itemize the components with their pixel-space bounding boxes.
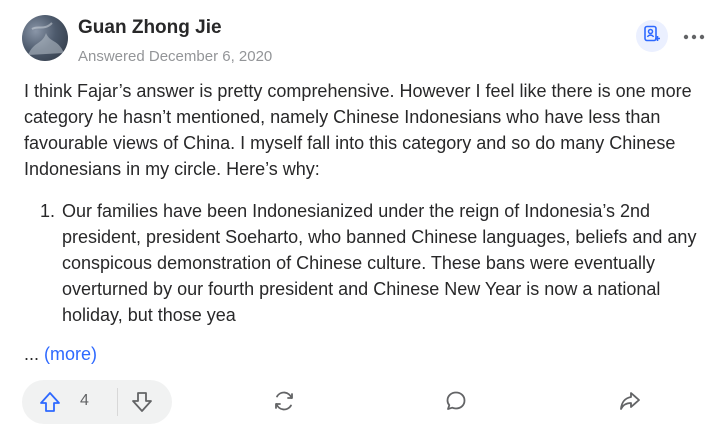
answered-date[interactable]: Answered December 6, 2020 (78, 48, 272, 65)
upvote-arrow-icon (38, 392, 62, 418)
answer-list-item: Our families have been Indonesianized un… (60, 198, 704, 328)
share-refresh-button[interactable] (271, 390, 297, 416)
comment-icon (444, 389, 468, 418)
author-name[interactable]: Guan Zhong Jie (78, 17, 222, 39)
read-more-link[interactable]: ... (more) (24, 342, 97, 366)
upvote-button[interactable] (38, 390, 62, 414)
answer-intro: I think Fajar’s answer is pretty compreh… (24, 81, 692, 179)
answer-list: Our families have been Indonesianized un… (24, 198, 704, 328)
follow-user-button[interactable] (636, 20, 668, 52)
share-refresh-icon (272, 389, 296, 418)
forward-share-button[interactable] (617, 390, 643, 416)
vote-divider (117, 388, 118, 416)
forward-share-icon (618, 389, 642, 418)
author-avatar[interactable] (22, 15, 68, 61)
downvote-arrow-icon (130, 392, 154, 418)
follow-user-icon (643, 25, 661, 48)
downvote-button[interactable] (130, 390, 154, 414)
more-options-button[interactable] (680, 26, 708, 46)
more-options-icon (683, 27, 705, 45)
vote-control: 4 (22, 380, 172, 424)
comment-button[interactable] (443, 390, 469, 416)
upvote-count: 4 (80, 392, 89, 409)
answer-content: I think Fajar’s answer is pretty compreh… (24, 78, 704, 328)
more-ellipsis: ... (24, 344, 40, 364)
more-label[interactable]: (more) (44, 344, 97, 364)
